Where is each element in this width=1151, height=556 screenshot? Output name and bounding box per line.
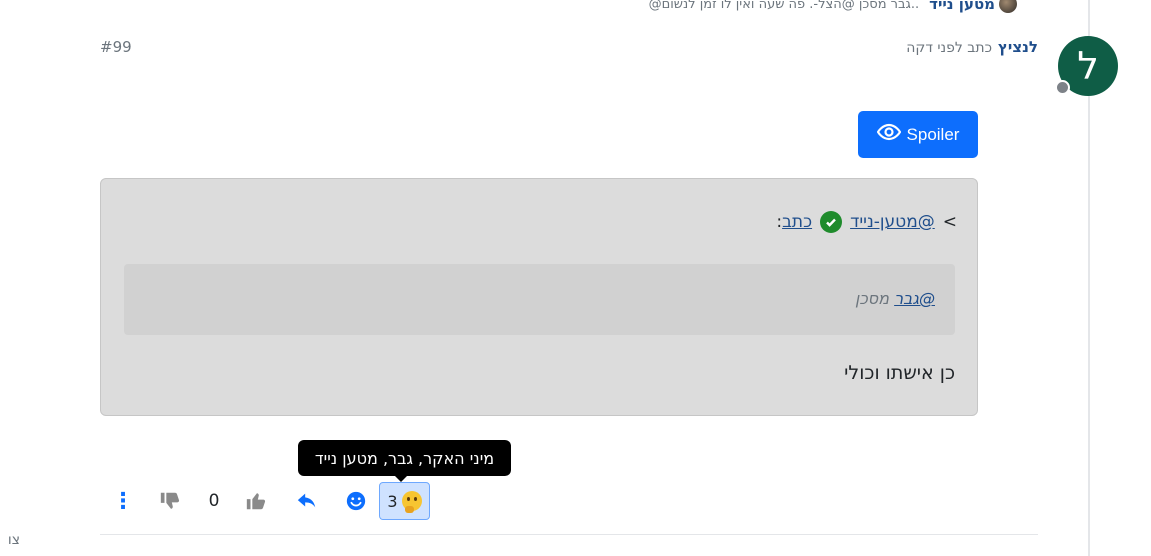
post-actions: ⋮ 0 3	[100, 482, 440, 520]
post-timestamp[interactable]: כתב לפני דקה	[906, 40, 992, 56]
quote-body: כן אישתו וכולי	[844, 362, 955, 384]
avatar-letter: ל	[1077, 44, 1099, 88]
post-divider	[100, 534, 1038, 535]
spoiler-label: Spoiler	[906, 124, 960, 144]
reaction-count: 3	[387, 491, 398, 511]
spoiler-button[interactable]: Spoiler	[858, 111, 978, 158]
quote-author-link[interactable]: @מטען-נייד	[850, 212, 935, 232]
previous-reply-avatar[interactable]	[999, 0, 1017, 13]
quote-header: > @מטען-נייד כתב:	[776, 211, 957, 233]
nested-quote: @גבר מסכן	[124, 264, 955, 335]
thinking-face-icon	[401, 491, 422, 513]
reaction-tooltip: מיני האקר, גבר, מטען נייד	[298, 440, 511, 482]
nested-quote-rest: מסכן	[854, 289, 895, 308]
reply-icon[interactable]	[294, 482, 320, 520]
mention-link[interactable]: @גבר	[894, 289, 935, 308]
check-circle-icon	[820, 211, 843, 233]
next-post-text-fragment: צו	[7, 532, 20, 548]
post-author[interactable]: לנציץ	[998, 38, 1038, 56]
quote-wrote-link[interactable]: כתב	[782, 212, 812, 232]
reaction-button[interactable]: 3	[379, 482, 430, 520]
previous-reply-author[interactable]: מטען נייד	[929, 0, 995, 13]
thumbs-down-icon[interactable]	[156, 482, 184, 520]
smile-icon[interactable]	[344, 482, 368, 520]
quote-marker: >	[942, 212, 957, 232]
eye-icon	[876, 120, 901, 149]
vote-count: 0	[208, 491, 220, 511]
thumbs-up-icon[interactable]	[242, 482, 270, 520]
post-header: לנציץ כתב לפני דקה	[906, 38, 1038, 56]
nested-quote-text: @גבר מסכן	[855, 289, 935, 308]
post-index[interactable]: #99	[100, 38, 132, 56]
kebab-menu-icon[interactable]: ⋮	[112, 482, 134, 520]
previous-reply-text: @גבר מסכן @הצל-. פה שעה ואין לו זמן לנשו…	[648, 0, 920, 12]
offline-status-dot	[1055, 80, 1070, 95]
previous-reply-line: מטען נייד @גבר מסכן @הצל-. פה שעה ואין ל…	[649, 0, 1017, 14]
quote-block: > @מטען-נייד כתב: @גבר מסכן כן אישתו וכו…	[100, 178, 978, 416]
